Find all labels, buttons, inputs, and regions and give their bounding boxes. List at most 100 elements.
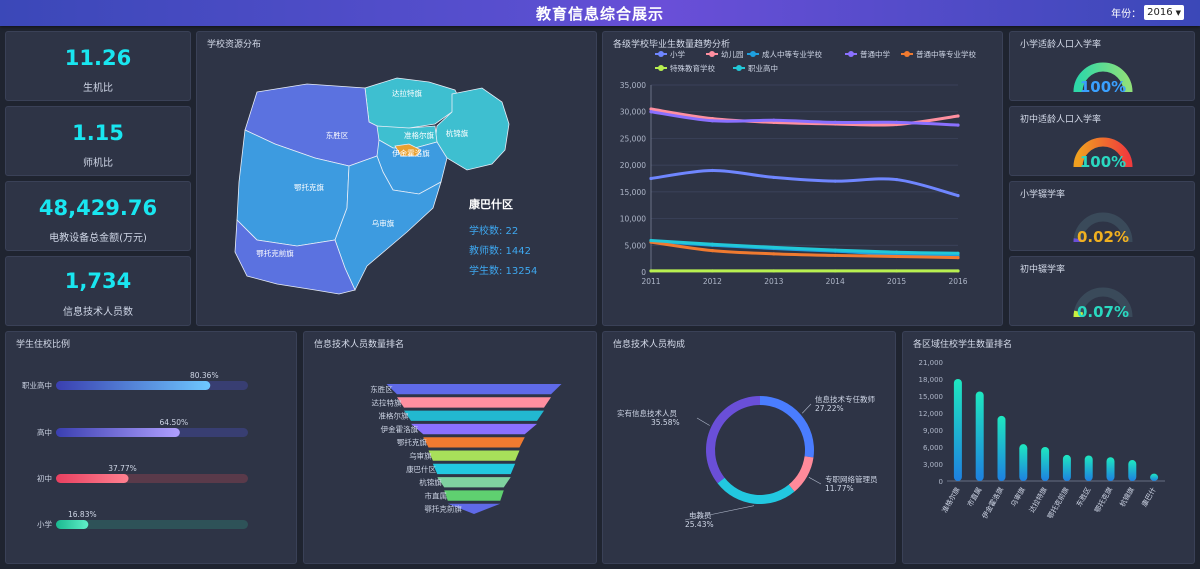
x-tick-label: 鄂托克旗	[1092, 486, 1114, 515]
header-bar: 教育信息综合展示 年份： 2016 ▼	[0, 0, 1200, 26]
funnel-label: 鄂托克前旗	[424, 504, 462, 514]
donut-slice[interactable]	[717, 477, 795, 504]
gauge-panel-primary-enroll: 小学适龄人口入学率 100%	[1009, 31, 1195, 101]
x-tick-label: 东胜区	[1074, 486, 1092, 509]
label-leader	[696, 417, 710, 426]
donut-slice[interactable]	[706, 396, 760, 484]
series-point[interactable]	[833, 253, 837, 258]
legend-label: 幼儿园	[721, 49, 744, 59]
funnel-segment[interactable]	[397, 397, 551, 408]
series-point[interactable]	[895, 254, 899, 259]
kpi-label: 生机比	[83, 83, 113, 94]
bar[interactable]	[56, 428, 180, 437]
series-point[interactable]	[649, 269, 653, 273]
series-point[interactable]	[772, 245, 776, 250]
gauge-chart: 0.07%	[1073, 287, 1133, 321]
funnel-label: 东胜区	[370, 384, 393, 394]
funnel-segment[interactable]	[404, 410, 544, 421]
funnel-segment[interactable]	[423, 437, 525, 448]
kpi-card-student-computer: 11.26 生机比	[5, 31, 191, 101]
series-point[interactable]	[895, 269, 899, 273]
y-tick-label: 0	[939, 478, 943, 486]
series-point[interactable]	[895, 120, 899, 124]
series-point[interactable]	[833, 248, 837, 252]
bar[interactable]	[1019, 444, 1028, 481]
series-line[interactable]	[649, 238, 960, 255]
x-tick-label: 市直属	[965, 486, 983, 509]
bar[interactable]	[1106, 457, 1115, 481]
map-region-label: 乌审旗	[372, 218, 395, 228]
series-point[interactable]	[772, 252, 776, 256]
bar[interactable]	[975, 391, 984, 481]
funnel-segment[interactable]	[411, 423, 537, 435]
bar[interactable]	[56, 381, 211, 390]
series-point[interactable]	[956, 114, 960, 118]
bar[interactable]	[1084, 455, 1093, 482]
funnel-segment[interactable]	[432, 463, 516, 475]
series-point[interactable]	[956, 255, 960, 260]
series-point[interactable]	[772, 175, 776, 180]
legend-item[interactable]: 普通中等专业学校	[901, 49, 976, 59]
series-point[interactable]	[649, 176, 653, 181]
x-tick-label: 2016	[948, 277, 967, 286]
series-point[interactable]	[710, 242, 714, 246]
series-point[interactable]	[895, 250, 899, 254]
map-panel: 学校资源分布 达拉特旗 杭锦旗 东胜区 准格尔旗 伊金霍洛旗 鄂托克旗 乌审旗 鄂托克前旗 康…	[196, 31, 597, 326]
category-label: 职业高中	[22, 380, 52, 390]
boarding-count-bar-chart: 0 3,000 6,000 9,000 12,000 15,000 18,000 21,000…	[919, 359, 1165, 520]
donut-slice[interactable]	[788, 456, 814, 492]
series-point[interactable]	[833, 269, 837, 273]
funnel-segment[interactable]	[444, 490, 504, 501]
slice-name-label: 信息技术专任教师	[815, 394, 875, 404]
gauge-value: 0.02%	[1077, 228, 1129, 246]
series-point[interactable]	[956, 251, 960, 255]
series-point[interactable]	[649, 110, 653, 114]
legend-item[interactable]: 幼儿园	[706, 49, 744, 59]
donut-slice[interactable]	[760, 396, 814, 458]
y-tick-label: 15,000	[620, 188, 646, 197]
series-point[interactable]	[710, 249, 714, 253]
series-point[interactable]	[956, 269, 960, 273]
y-tick-label: 5,000	[625, 241, 647, 250]
kpi-card-equipment-amount: 48,429.76 电教设备总金额(万元)	[5, 181, 191, 251]
it-staff-ranking-panel: 信息技术人员数量排名 东胜区 达拉特旗 准格尔旗 伊金霍洛旗 鄂托克旗 乌审旗 康巴什区 杭锦…	[303, 331, 597, 564]
bar[interactable]	[56, 474, 129, 483]
series-point[interactable]	[895, 177, 899, 182]
funnel-segment[interactable]	[428, 450, 520, 461]
y-tick-label: 0	[641, 268, 646, 277]
series-point[interactable]	[649, 238, 653, 243]
series-point[interactable]	[833, 179, 837, 183]
x-tick-label: 康巴什	[1140, 486, 1158, 509]
kpi-label: 电教设备总金额(万元)	[49, 233, 147, 244]
series-point[interactable]	[710, 168, 714, 173]
y-tick-label: 25,000	[620, 134, 646, 143]
year-select[interactable]: 2016 ▼	[1144, 5, 1184, 20]
funnel-segment[interactable]	[437, 477, 511, 488]
bar[interactable]	[1150, 473, 1159, 481]
bar[interactable]	[953, 379, 962, 481]
series-point[interactable]	[772, 269, 776, 273]
gauge-chart: 0.02%	[1073, 212, 1133, 246]
bar[interactable]	[997, 415, 1006, 481]
series-point[interactable]	[956, 123, 960, 127]
bar[interactable]	[1041, 447, 1050, 481]
series-point[interactable]	[710, 269, 714, 273]
legend-item[interactable]: 成人中等专业学校	[747, 49, 822, 59]
legend-item[interactable]: 普通中学	[845, 49, 890, 59]
legend-item[interactable]: 特殊教育学校	[655, 63, 715, 73]
series-point[interactable]	[710, 119, 714, 123]
funnel-label: 康巴什区	[406, 464, 436, 474]
bar[interactable]	[1128, 460, 1137, 481]
bar[interactable]	[1062, 454, 1071, 481]
legend-label: 职业高中	[748, 63, 778, 73]
x-tick-label: 达拉特旗	[1027, 486, 1049, 515]
series-point[interactable]	[956, 193, 960, 198]
funnel-segment[interactable]	[386, 384, 562, 395]
bar[interactable]	[56, 520, 89, 529]
funnel-label: 杭锦旗	[419, 477, 442, 487]
kpi-value: 1,734	[64, 269, 132, 293]
series-point[interactable]	[772, 118, 776, 122]
legend-item[interactable]: 小学	[655, 49, 685, 59]
series-point[interactable]	[833, 120, 837, 124]
legend-item[interactable]: 职业高中	[733, 63, 778, 73]
